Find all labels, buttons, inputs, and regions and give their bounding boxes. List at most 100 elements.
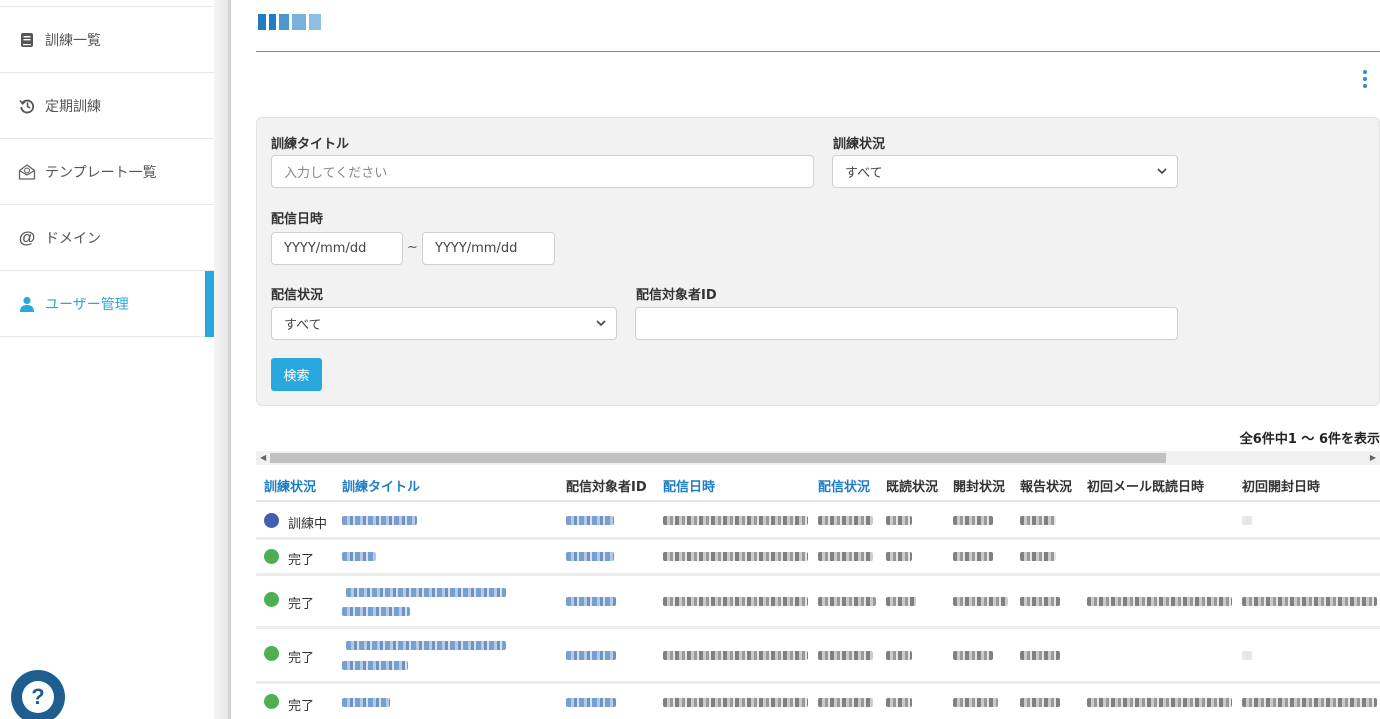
horizontal-scrollbar[interactable]: ◀ ▶ [256, 451, 1380, 465]
read-status-value [886, 516, 912, 525]
header-first-open: 初回開封日時 [1242, 480, 1321, 495]
date-to-input[interactable]: YYYY/mm/dd [422, 232, 555, 265]
delivery-status-value [818, 698, 873, 707]
training-title-link[interactable] [342, 698, 390, 707]
open-status-value [953, 516, 993, 525]
table-row[interactable]: 完了 [256, 540, 1380, 576]
search-panel: 訓練タイトル 入力してください 訓練状況 すべて 配信日時 YYYY/mm/dd… [256, 117, 1380, 406]
sidebar-item-label: 訓練一覧 [45, 32, 101, 49]
training-title-link[interactable] [346, 641, 506, 650]
header-open-status: 開封状況 [953, 480, 1006, 495]
read-status-value [886, 651, 912, 660]
active-indicator [205, 271, 214, 337]
delivery-status-value [818, 597, 876, 606]
header-training-title[interactable]: 訓練タイトル [342, 476, 420, 495]
question-icon: ? [22, 681, 54, 713]
target-id-input[interactable] [635, 307, 1178, 340]
header-target-id: 配信対象者ID [566, 480, 647, 495]
training-status-value: すべて [845, 166, 883, 181]
header-delivery-status[interactable]: 配信状況 [818, 476, 870, 495]
result-count: 全6件中1 ～ 6件を表示 [1239, 432, 1380, 447]
open-status-value [953, 552, 993, 561]
delivery-status-value: すべて [284, 318, 322, 333]
first-read-value [1087, 597, 1232, 606]
sidebar-border [228, 0, 231, 719]
status-text: 完了 [288, 699, 315, 714]
status-dot [264, 513, 279, 528]
sidebar-item-templates[interactable]: テンプレート一覧 [0, 139, 214, 205]
table-row[interactable]: 完了 [256, 576, 1380, 629]
sidebar-item-label: ユーザー管理 [45, 296, 129, 313]
sidebar-item-training-list[interactable]: 訓練一覧 [0, 7, 214, 73]
training-title-link-line2[interactable] [342, 607, 410, 616]
help-button[interactable]: ? [11, 670, 65, 719]
report-status-value [1020, 597, 1060, 606]
training-title-link[interactable] [342, 516, 417, 525]
status-dot [264, 646, 279, 661]
chevron-down-icon [1157, 166, 1167, 179]
read-status-value [886, 698, 912, 707]
delivery-status-select[interactable]: すべて [271, 307, 617, 340]
header-first-read: 初回メール既読日時 [1087, 480, 1205, 495]
training-title-link[interactable] [346, 588, 506, 597]
delivery-status-value [818, 651, 873, 660]
header-training-status[interactable]: 訓練状況 [264, 476, 316, 495]
delivery-date-value [663, 552, 808, 561]
header-report-status: 報告状況 [1020, 480, 1073, 495]
target-id-link[interactable] [566, 552, 614, 561]
title-divider [256, 51, 1380, 52]
sidebar-item-domain[interactable]: @ ドメイン [0, 205, 214, 271]
delivery-date-value [663, 516, 808, 525]
date-from-input[interactable]: YYYY/mm/dd [271, 232, 403, 265]
history-icon [18, 97, 36, 115]
target-id-link[interactable] [566, 516, 614, 525]
delivery-status-label: 配信状況 [271, 288, 324, 303]
training-status-select[interactable]: すべて [832, 155, 1178, 188]
training-title-link[interactable] [342, 552, 376, 561]
table-row[interactable]: 完了 [256, 629, 1380, 684]
sidebar-item-label: テンプレート一覧 [45, 164, 157, 181]
first-read-value [1087, 698, 1232, 707]
target-id-link[interactable] [566, 651, 616, 660]
training-status-label: 訓練状況 [833, 137, 886, 152]
delivery-date-value [663, 597, 808, 606]
target-id-label: 配信対象者ID [636, 288, 717, 303]
open-status-value [953, 651, 993, 660]
training-title-label: 訓練タイトル [271, 137, 350, 152]
scroll-right-icon[interactable]: ▶ [1370, 451, 1376, 465]
page-title [258, 14, 321, 30]
status-text: 完了 [288, 597, 315, 612]
report-status-value [1020, 651, 1060, 660]
book-icon [18, 31, 36, 49]
more-menu-icon[interactable] [1358, 70, 1372, 88]
delivery-status-value [818, 552, 873, 561]
report-status-value [1020, 516, 1056, 525]
sidebar-item-periodic-training[interactable]: 定期訓練 [0, 73, 214, 139]
target-id-link[interactable] [566, 597, 616, 606]
table-row[interactable]: 完了 [256, 684, 1380, 719]
header-delivery-date[interactable]: 配信日時 [663, 476, 715, 495]
first-open-value [1242, 698, 1377, 707]
delivery-date-label: 配信日時 [271, 212, 324, 227]
status-dot [264, 592, 279, 607]
scroll-left-icon[interactable]: ◀ [260, 451, 266, 465]
table-row[interactable]: 訓練中 [256, 504, 1380, 540]
report-status-value [1020, 552, 1056, 561]
status-text: 完了 [288, 651, 315, 666]
search-button[interactable]: 検索 [271, 358, 322, 391]
date-range-separator: ~ [407, 240, 418, 255]
target-id-link[interactable] [566, 698, 616, 707]
header-read-status: 既読状況 [886, 480, 939, 495]
sidebar-item-user-management[interactable]: ユーザー管理 [0, 271, 214, 337]
at-icon: @ [18, 227, 36, 247]
sidebar-item-label: 定期訓練 [45, 98, 101, 115]
delivery-status-value [818, 516, 873, 525]
table-header: 訓練状況 訓練タイトル 配信対象者ID 配信日時 配信状況 既読状況 開封状況 … [256, 466, 1380, 502]
open-status-value [953, 698, 998, 707]
training-title-link-line2[interactable] [342, 661, 408, 670]
delivery-date-value [663, 698, 808, 707]
training-title-input[interactable]: 入力してください [271, 155, 814, 188]
status-text: 完了 [288, 553, 315, 568]
scrollbar-thumb[interactable] [270, 453, 1166, 463]
first-open-value [1242, 516, 1252, 525]
